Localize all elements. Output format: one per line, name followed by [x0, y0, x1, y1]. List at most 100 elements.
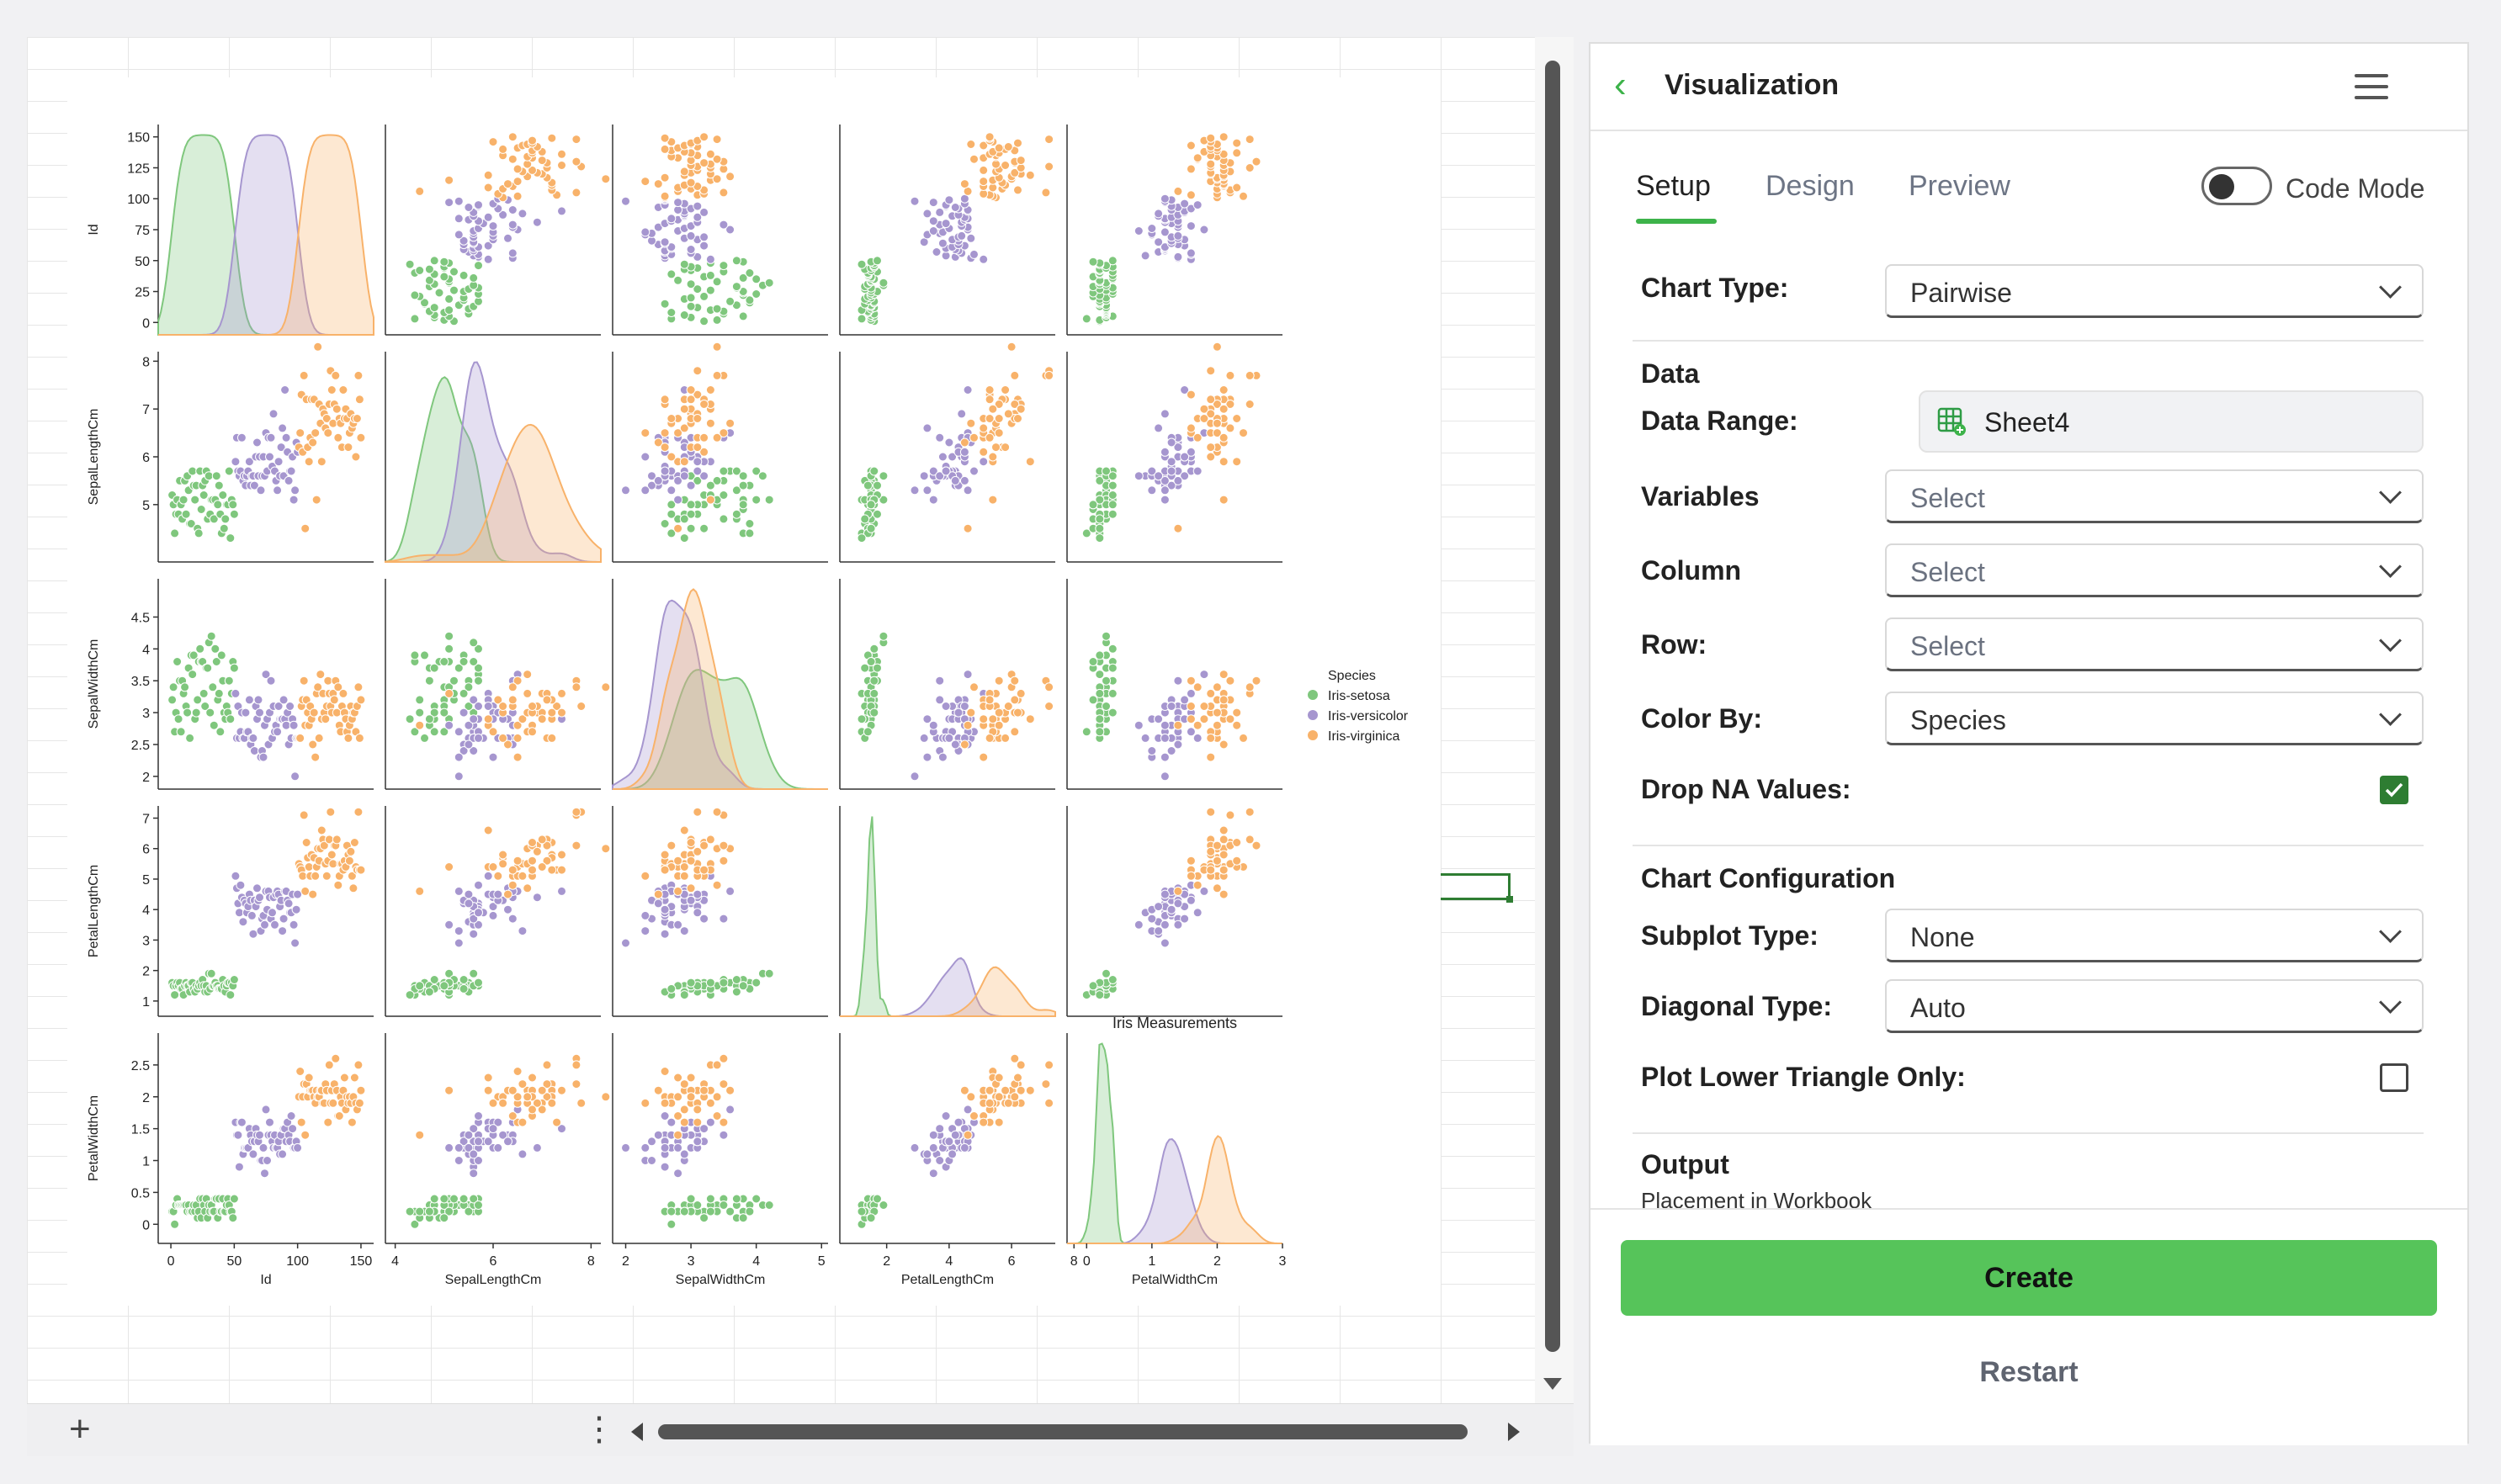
- chevron-left-icon[interactable]: ‹: [1614, 64, 1627, 106]
- data-point: [173, 657, 183, 666]
- spreadsheet-grid[interactable]: 0 25 50 75 100 125 150 Id 5 6 7 8 SepalLengthCm 2 2.5 3…: [27, 37, 1535, 1403]
- data-point: [304, 457, 314, 467]
- data-point: [1186, 727, 1196, 737]
- vertical-scrollbar[interactable]: [1535, 37, 1574, 1403]
- data-point: [725, 296, 735, 306]
- data-point: [751, 978, 762, 988]
- data-point: [1225, 370, 1235, 380]
- data-point: [969, 249, 979, 259]
- data-point: [1206, 395, 1216, 405]
- data-point: [265, 452, 274, 462]
- data-point: [873, 256, 882, 266]
- data-point: [1180, 199, 1190, 209]
- data-point: [1160, 447, 1170, 457]
- lower-triangle-checkbox[interactable]: [2380, 1063, 2408, 1092]
- data-point: [1199, 414, 1209, 423]
- diagonal-type-select[interactable]: Auto: [1885, 979, 2424, 1033]
- data-point: [208, 682, 218, 692]
- data-point: [1206, 443, 1216, 453]
- data-point: [679, 1206, 689, 1216]
- data-point: [474, 1137, 483, 1147]
- y-tick-label: 6: [142, 451, 150, 465]
- data-point: [705, 254, 715, 264]
- scroll-down-icon[interactable]: [1543, 1378, 1562, 1390]
- data-point: [1010, 695, 1020, 705]
- color-by-select[interactable]: Species: [1885, 692, 2424, 745]
- data-point: [731, 282, 741, 292]
- data-point: [493, 889, 503, 899]
- data-point: [1186, 390, 1196, 400]
- data-point: [1147, 746, 1157, 755]
- data-point: [869, 708, 879, 718]
- data-point: [1186, 702, 1196, 711]
- hamburger-menu-icon[interactable]: [2355, 74, 2388, 107]
- horizontal-scroll-thumb[interactable]: [658, 1424, 1468, 1439]
- data-point: [953, 708, 964, 718]
- vertical-scroll-thumb[interactable]: [1545, 61, 1560, 1352]
- data-point: [218, 490, 228, 500]
- chart-type-label: Chart Type:: [1641, 273, 1789, 303]
- variables-select[interactable]: Select: [1885, 469, 2424, 523]
- data-point: [719, 220, 729, 230]
- chart-type-value: Pairwise: [1910, 278, 2012, 308]
- data-point: [1232, 148, 1242, 158]
- data-point: [959, 179, 969, 189]
- data-point: [686, 523, 696, 533]
- chevron-down-icon: [2379, 555, 2402, 578]
- row-select[interactable]: Select: [1885, 617, 2424, 671]
- chart-type-select[interactable]: Pairwise: [1885, 264, 2424, 318]
- y-tick-label: 5: [142, 873, 150, 888]
- data-point: [994, 676, 1004, 686]
- data-point: [1199, 670, 1209, 680]
- data-point: [571, 807, 581, 817]
- data-point: [601, 1092, 611, 1102]
- data-point: [488, 221, 498, 231]
- data-point: [286, 466, 296, 476]
- scroll-left-icon[interactable]: [631, 1423, 643, 1441]
- data-point: [666, 1117, 677, 1127]
- data-point: [1006, 342, 1017, 352]
- data-point: [919, 471, 929, 481]
- subplot-type-select[interactable]: None: [1885, 909, 2424, 962]
- tab-design[interactable]: Design: [1766, 170, 1855, 203]
- data-point: [941, 702, 951, 711]
- data-point: [507, 220, 518, 230]
- data-point: [528, 1105, 537, 1115]
- data-point: [308, 739, 318, 750]
- drop-na-checkbox[interactable]: [2380, 776, 2408, 804]
- data-point: [286, 1111, 296, 1121]
- data-range-field[interactable]: Sheet4: [1919, 390, 2424, 453]
- tab-preview[interactable]: Preview: [1909, 170, 2010, 203]
- plus-icon[interactable]: +: [69, 1411, 91, 1448]
- column-select[interactable]: Select: [1885, 543, 2424, 597]
- data-point: [738, 480, 748, 490]
- data-point: [705, 1206, 715, 1216]
- data-point: [557, 161, 566, 170]
- data-point: [1001, 1085, 1011, 1095]
- data-point: [679, 862, 689, 872]
- data-point: [236, 432, 247, 443]
- tab-setup[interactable]: Setup: [1636, 170, 1711, 203]
- data-point: [308, 437, 318, 448]
- data-point: [498, 850, 508, 860]
- data-point: [552, 1117, 562, 1127]
- scroll-right-icon[interactable]: [1508, 1423, 1520, 1441]
- data-point: [866, 657, 876, 666]
- more-vert-icon[interactable]: ⋮: [582, 1411, 616, 1448]
- data-point: [738, 311, 748, 321]
- code-mode-toggle[interactable]: [2201, 167, 2272, 205]
- data-point: [349, 1073, 359, 1083]
- x-tick-label: 150: [350, 1254, 373, 1269]
- create-button[interactable]: Create: [1621, 1240, 2437, 1316]
- restart-button[interactable]: Restart: [1590, 1356, 2467, 1389]
- selected-cell[interactable]: [1441, 873, 1513, 903]
- data-point: [1219, 495, 1229, 505]
- data-point: [1095, 670, 1105, 680]
- data-point: [512, 191, 523, 201]
- data-point: [1107, 975, 1118, 984]
- visualization-panel: ‹ Visualization Setup Design Preview Cod…: [1589, 42, 2469, 1445]
- data-point: [183, 708, 193, 718]
- data-point: [1192, 908, 1203, 918]
- data-point: [1232, 183, 1242, 193]
- data-point: [488, 862, 498, 872]
